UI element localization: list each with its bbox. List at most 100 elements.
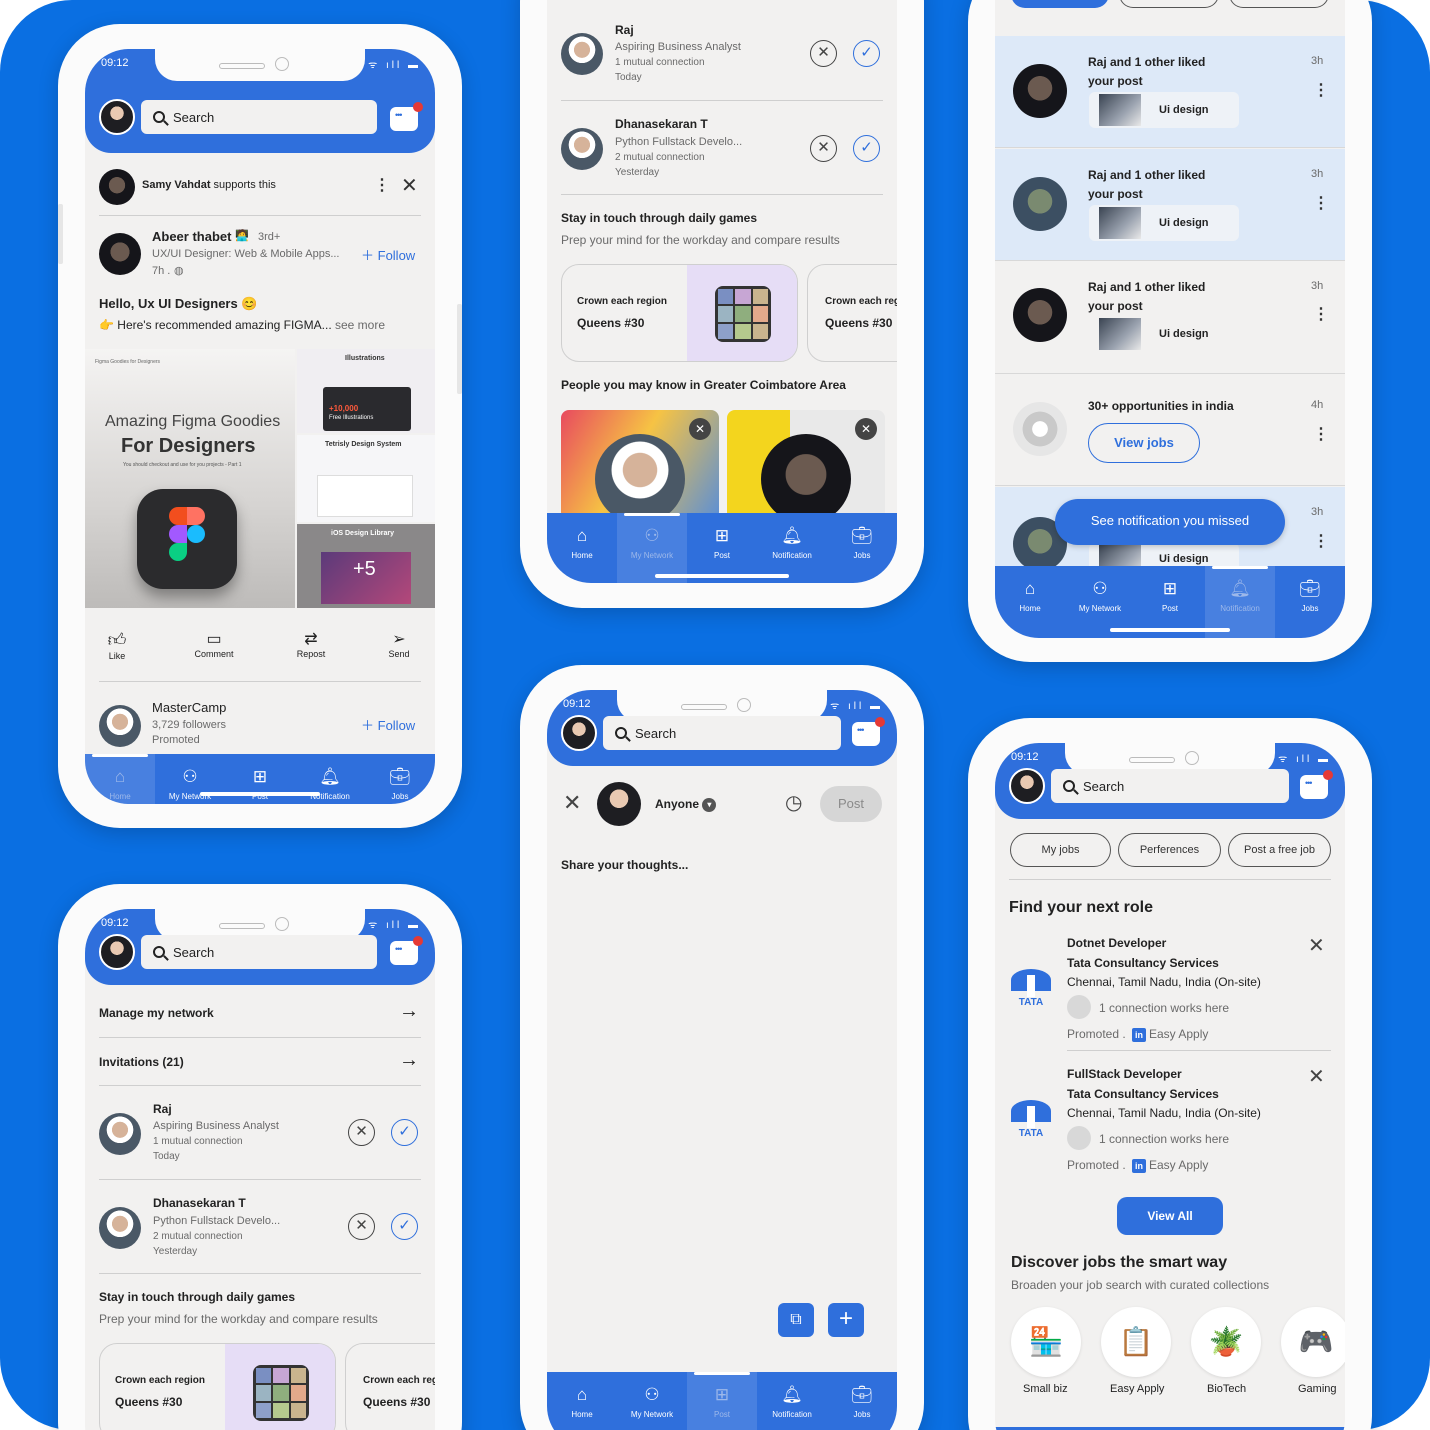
avatar[interactable] (99, 99, 135, 135)
notification-item[interactable]: Raj and 1 other liked your post 3h ⋮ Ui … (995, 36, 1345, 148)
clock-icon[interactable]: ◷ (785, 790, 802, 815)
accept-button[interactable]: ✓ (391, 1119, 418, 1146)
plus-icon[interactable]: + (828, 1303, 864, 1337)
game-card[interactable]: Crown each reg Queens #30 (807, 264, 897, 362)
job-apply[interactable]: Easy Apply (1149, 1158, 1208, 1172)
category-gaming[interactable]: 🎮 (1281, 1307, 1345, 1377)
close-icon[interactable]: ✕ (1308, 1064, 1325, 1089)
kebab-icon[interactable]: ⋮ (1313, 424, 1329, 444)
message-icon[interactable] (390, 102, 423, 131)
post-image-main[interactable]: Figma Goodies for Designers Amazing Figm… (85, 349, 295, 608)
invite-name[interactable]: Dhanasekaran T (153, 1196, 246, 1210)
nav-network[interactable]: ⚇ My Network (155, 754, 225, 804)
close-icon[interactable]: ✕ (401, 173, 418, 198)
nav-notification[interactable]: 🔔︎ Notification (757, 1372, 827, 1430)
category-small-biz[interactable]: 🏪 (1011, 1307, 1081, 1377)
post-thumbnail[interactable]: Ui design (1089, 92, 1239, 128)
ignore-button[interactable]: ✕ (348, 1213, 375, 1240)
arrow-right-icon[interactable]: → (399, 1049, 419, 1072)
manage-network-link[interactable]: Manage my network (99, 1006, 214, 1020)
see-more-link[interactable]: see more (335, 318, 385, 332)
view-jobs-button[interactable]: View jobs (1088, 423, 1200, 463)
notification-item[interactable]: Raj and 1 other liked your post 3h ⋮ Ui … (995, 149, 1345, 261)
invite-avatar[interactable] (561, 33, 603, 75)
person-card[interactable]: ✕ (727, 410, 885, 520)
nav-notification[interactable]: 🔔︎ Notification (295, 754, 365, 804)
accept-button[interactable]: ✓ (391, 1213, 418, 1240)
search-input[interactable]: Search (141, 935, 377, 969)
invite-avatar[interactable] (561, 128, 603, 170)
ignore-button[interactable]: ✕ (810, 40, 837, 67)
action-send[interactable]: ➢ Send (381, 629, 417, 659)
post-thumbnail[interactable]: Ui design (1089, 205, 1239, 241)
invitations-link[interactable]: Invitations (21) (99, 1055, 184, 1069)
category-easy-apply[interactable]: 📋 (1101, 1307, 1171, 1377)
nav-post[interactable]: ⊞ Post (687, 513, 757, 583)
audience-selector[interactable]: Anyone ▾ (655, 797, 717, 812)
filter-my-jobs[interactable]: My jobs (1010, 833, 1111, 867)
search-input[interactable]: Search (603, 716, 841, 750)
job-title[interactable]: Dotnet Developer (1067, 936, 1166, 950)
ignore-button[interactable]: ✕ (810, 135, 837, 162)
close-icon[interactable]: ✕ (563, 790, 581, 816)
follow-button[interactable]: ＋ Follow (361, 245, 415, 264)
job-title[interactable]: FullStack Developer (1067, 1067, 1182, 1081)
search-input[interactable]: Search (1051, 769, 1289, 803)
promo-avatar[interactable] (99, 705, 141, 747)
message-icon[interactable] (852, 717, 885, 746)
nav-home[interactable]: ⌂ Home (547, 1372, 617, 1430)
nav-network[interactable]: ⚇ My Network (617, 1372, 687, 1430)
message-icon[interactable] (390, 936, 423, 965)
post-image-side-1[interactable]: Illustrations +10,000 Free Illustrations (297, 349, 435, 433)
nav-jobs[interactable]: 💼︎ Jobs (365, 754, 435, 804)
kebab-icon[interactable]: ⋮ (1313, 80, 1329, 100)
avatar[interactable] (1009, 768, 1045, 804)
game-card[interactable]: Crown each region Queens #30 (99, 1343, 336, 1430)
nav-jobs[interactable]: 💼︎ Jobs (1275, 566, 1345, 638)
author-avatar[interactable] (99, 233, 141, 275)
filter-preferences[interactable]: Perferences (1118, 833, 1221, 867)
close-icon[interactable]: ✕ (689, 418, 711, 440)
arrow-right-icon[interactable]: → (399, 1000, 419, 1023)
post-image-side-2[interactable]: Tetrisly Design System (297, 435, 435, 522)
accept-button[interactable]: ✓ (853, 40, 880, 67)
search-input[interactable]: Search (141, 100, 377, 134)
notification-item[interactable]: 30+ opportunities in india 4h ⋮ View job… (995, 374, 1345, 486)
missed-notifications-button[interactable]: See notification you missed (1055, 499, 1285, 545)
action-repost[interactable]: ⇄ Repost (291, 629, 331, 659)
job-apply[interactable]: Easy Apply (1149, 1027, 1208, 1041)
invite-name[interactable]: Raj (153, 1102, 172, 1116)
author-name[interactable]: Abeer thabet (152, 229, 231, 244)
action-like[interactable]: 👍︎ Like (99, 629, 135, 661)
game-card[interactable]: Crown each reg Queens #30 (345, 1343, 435, 1430)
post-image-side-3[interactable]: iOS Design Library +5 (297, 524, 435, 608)
nav-home[interactable]: ⌂ Home (547, 513, 617, 583)
kebab-icon[interactable]: ⋮ (1313, 193, 1329, 213)
promo-follow-button[interactable]: ＋ Follow (361, 715, 415, 734)
avatar[interactable] (99, 934, 135, 970)
nav-jobs[interactable]: 💼︎ Jobs (827, 513, 897, 583)
avatar[interactable] (561, 715, 597, 751)
nav-post[interactable]: ⊞ Post (225, 754, 295, 804)
image-icon[interactable]: ⧉ (778, 1303, 814, 1337)
category-biotech[interactable]: 🪴 (1191, 1307, 1261, 1377)
nav-home[interactable]: ⌂ Home (85, 754, 155, 804)
post-text-input[interactable]: Share your thoughts... (561, 858, 688, 872)
game-card[interactable]: Crown each region Queens #30 (561, 264, 798, 362)
filter-post-free-job[interactable]: Post a free job (1228, 833, 1331, 867)
person-card[interactable]: ✕ (561, 410, 719, 520)
action-comment[interactable]: ▭ Comment (189, 629, 239, 659)
invite-avatar[interactable] (99, 1207, 141, 1249)
nav-post[interactable]: ⊞ Post (687, 1372, 757, 1430)
home-indicator[interactable] (655, 574, 789, 578)
kebab-icon[interactable]: ⋮ (374, 175, 390, 195)
nav-home[interactable]: ⌂ Home (995, 566, 1065, 638)
message-icon[interactable] (1300, 770, 1333, 799)
invite-name[interactable]: Raj (615, 23, 634, 37)
notification-item[interactable]: Raj and 1 other liked your post 3h ⋮ Ui … (995, 262, 1345, 374)
invite-avatar[interactable] (99, 1113, 141, 1155)
home-indicator[interactable] (200, 792, 320, 796)
home-indicator[interactable] (1110, 628, 1230, 632)
post-thumbnail[interactable]: Ui design (1089, 316, 1239, 352)
view-all-button[interactable]: View All (1117, 1197, 1223, 1235)
